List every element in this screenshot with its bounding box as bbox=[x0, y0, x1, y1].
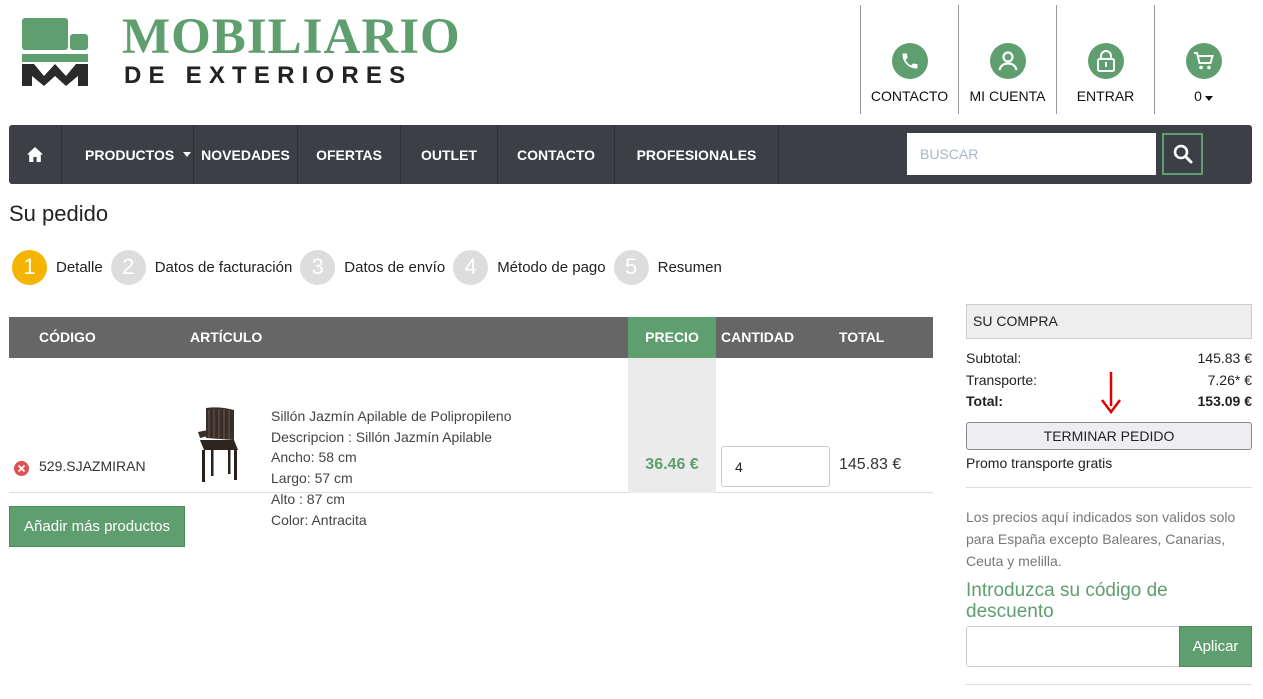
nav-home[interactable] bbox=[9, 125, 62, 184]
quantity-input[interactable] bbox=[721, 446, 830, 487]
product-desc-line: Ancho: 58 cm bbox=[271, 449, 357, 466]
product-desc-line: Color: Antracita bbox=[271, 511, 367, 528]
header-total: TOTAL bbox=[839, 329, 885, 345]
account-label: MI CUENTA bbox=[969, 88, 1046, 104]
header-links: CONTACTO MI CUENTA ENTRAR 0 bbox=[860, 5, 1252, 114]
discount-title: Introduzca su código de descuento bbox=[966, 580, 1168, 622]
chevron-down-icon bbox=[1204, 96, 1213, 101]
product-name[interactable]: Sillón Jazmín Apilable de Polipropileno bbox=[271, 406, 511, 427]
shipping-label: Transporte: bbox=[966, 371, 1038, 388]
cart-link[interactable]: 0 bbox=[1154, 5, 1252, 114]
product-desc-line: Largo: 57 cm bbox=[271, 470, 353, 487]
total-value: 153.09 € bbox=[1197, 393, 1253, 409]
unit-price: 36.46 € bbox=[645, 456, 699, 473]
checkout-steps: 1 Detalle 2 Datos de facturación 3 Datos… bbox=[12, 249, 730, 285]
header-codigo: CÓDIGO bbox=[39, 329, 96, 345]
shipping-value: 7.26* € bbox=[1207, 371, 1252, 388]
red-arrow-annotation bbox=[1101, 372, 1121, 414]
login-label: ENTRAR bbox=[1076, 88, 1135, 104]
pricing-note: Los precios aquí indicados son validos s… bbox=[966, 509, 1236, 569]
remove-item-icon[interactable] bbox=[14, 461, 29, 476]
promo-text: Promo transporte gratis bbox=[966, 455, 1113, 471]
cart-count: 0 bbox=[1194, 88, 1213, 104]
step-label: Datos de facturación bbox=[154, 258, 293, 276]
user-icon bbox=[989, 43, 1026, 79]
site-logo[interactable]: MOBILIARIO DE EXTERIORES bbox=[20, 9, 460, 92]
subtotal-value: 145.83 € bbox=[1197, 350, 1253, 366]
lock-icon bbox=[1087, 43, 1124, 79]
subtotal-row: Subtotal: 145.83 € bbox=[966, 347, 1252, 369]
step-number: 5 bbox=[613, 249, 649, 285]
header-precio: PRECIO bbox=[628, 317, 716, 358]
product-code: 529.SJAZMIRAN bbox=[39, 458, 146, 474]
table-row: 529.SJAZMIRAN Sillón Jazmín Apilable de … bbox=[9, 358, 933, 528]
contact-link[interactable]: CONTACTO bbox=[860, 5, 958, 114]
nav-productos[interactable]: PRODUCTOS bbox=[62, 125, 194, 184]
search-button[interactable] bbox=[1162, 133, 1203, 175]
step-label: Detalle bbox=[56, 258, 103, 276]
nav-profesionales[interactable]: PROFESIONALES bbox=[615, 125, 779, 184]
nav-ofertas[interactable]: OFERTAS bbox=[298, 125, 401, 184]
nav-novedades[interactable]: NOVEDADES bbox=[194, 125, 298, 184]
product-image[interactable] bbox=[198, 406, 240, 484]
main-nav: PRODUCTOS NOVEDADES OFERTAS OUTLET CONTA… bbox=[9, 125, 1252, 184]
apply-discount-button[interactable]: Aplicar bbox=[1179, 626, 1252, 667]
product-desc-line: Descripcion : Sillón Jazmín Apilable bbox=[271, 428, 492, 445]
header-articulo: ARTÍCULO bbox=[190, 329, 263, 345]
step-resumen[interactable]: 5 Resumen bbox=[613, 249, 722, 285]
step-number: 4 bbox=[453, 249, 489, 285]
summary-title: SU COMPRA bbox=[966, 304, 1252, 339]
step-pago[interactable]: 4 Método de pago bbox=[453, 249, 606, 285]
logo-subtitle: DE EXTERIORES bbox=[124, 62, 413, 89]
discount-code-input[interactable] bbox=[966, 626, 1180, 667]
divider bbox=[966, 684, 1252, 685]
step-number: 2 bbox=[110, 249, 146, 285]
cart-icon bbox=[1185, 43, 1222, 79]
step-label: Método de pago bbox=[497, 258, 606, 276]
add-more-products-button[interactable]: Añadir más productos bbox=[9, 506, 185, 547]
home-icon bbox=[27, 147, 43, 162]
subtotal-label: Subtotal: bbox=[966, 350, 1022, 366]
search-icon bbox=[1173, 144, 1192, 164]
order-table: CÓDIGO ARTÍCULO PRECIO CANTIDAD TOTAL 52… bbox=[9, 317, 933, 528]
header-cantidad: CANTIDAD bbox=[721, 329, 795, 345]
search-input[interactable] bbox=[907, 133, 1156, 175]
page-title: Su pedido bbox=[9, 201, 109, 226]
divider bbox=[966, 487, 1252, 488]
nav-contacto[interactable]: CONTACTO bbox=[498, 125, 615, 184]
login-link[interactable]: ENTRAR bbox=[1056, 5, 1154, 114]
contact-label: CONTACTO bbox=[870, 88, 949, 104]
step-number: 3 bbox=[300, 249, 336, 285]
order-summary: SU COMPRA Subtotal: 145.83 € Transporte:… bbox=[966, 304, 1253, 685]
step-detalle[interactable]: 1 Detalle bbox=[12, 249, 103, 285]
step-envio[interactable]: 3 Datos de envío bbox=[300, 249, 446, 285]
product-desc-line: Alto : 87 cm bbox=[271, 490, 345, 507]
phone-icon bbox=[891, 43, 928, 79]
nav-outlet[interactable]: OUTLET bbox=[401, 125, 498, 184]
step-number: 1 bbox=[12, 249, 47, 285]
step-facturacion[interactable]: 2 Datos de facturación bbox=[110, 249, 293, 285]
account-link[interactable]: MI CUENTA bbox=[958, 5, 1056, 114]
product-description: Sillón Jazmín Apilable de Polipropileno … bbox=[271, 406, 511, 530]
step-label: Datos de envío bbox=[344, 258, 446, 276]
table-header: CÓDIGO ARTÍCULO PRECIO CANTIDAD TOTAL bbox=[9, 317, 933, 358]
sofa-logo-icon bbox=[22, 18, 88, 86]
checkout-button[interactable]: TERMINAR PEDIDO bbox=[966, 422, 1252, 450]
logo-title: MOBILIARIO bbox=[122, 9, 461, 65]
step-label: Resumen bbox=[657, 258, 722, 276]
line-total: 145.83 € bbox=[839, 456, 902, 473]
total-label: Total: bbox=[966, 393, 1004, 409]
chevron-down-icon bbox=[183, 152, 192, 157]
